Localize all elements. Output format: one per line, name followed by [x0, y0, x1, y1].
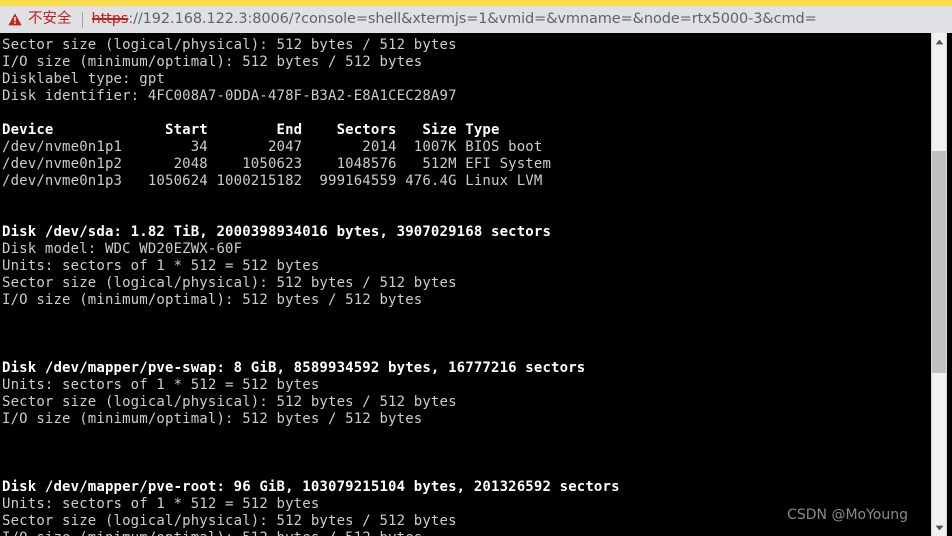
- terminal-line: I/O size (minimum/optimal): 512 bytes / …: [2, 530, 925, 536]
- terminal-line: Device Start End Sectors Size Type: [2, 122, 500, 138]
- warning-triangle-icon: [8, 13, 22, 26]
- terminal-line: Units: sectors of 1 * 512 = 512 bytes: [2, 496, 320, 512]
- url-path: ://192.168.122.3:8006/?console=shell&xte…: [128, 11, 817, 27]
- url-scheme: https: [91, 11, 129, 27]
- not-secure-label: 不安全: [28, 11, 72, 28]
- terminal-line: Sector size (logical/physical): 512 byte…: [2, 37, 457, 53]
- terminal-line: I/O size (minimum/optimal): 512 bytes / …: [2, 411, 423, 427]
- triangle-up-icon: [935, 39, 944, 45]
- scrollbar-thumb[interactable]: [932, 151, 946, 373]
- terminal-line: Units: sectors of 1 * 512 = 512 bytes: [2, 377, 320, 393]
- triangle-down-icon: [935, 525, 944, 531]
- scroll-down-button[interactable]: [931, 519, 947, 536]
- terminal-line: I/O size (minimum/optimal): 512 bytes / …: [2, 292, 423, 308]
- xterm-screen[interactable]: Sector size (logical/physical): 512 byte…: [0, 33, 925, 536]
- terminal-line: Sector size (logical/physical): 512 byte…: [2, 394, 457, 410]
- browser-chrome: 不安全 https://192.168.122.3:8006/?console=…: [0, 0, 952, 33]
- terminal-line: Units: sectors of 1 * 512 = 512 bytes: [2, 258, 320, 274]
- terminal-line: Disk identifier: 4FC008A7-0DDA-478F-B3A2…: [2, 88, 457, 104]
- terminal-scrollbar[interactable]: [925, 33, 952, 536]
- terminal-line: Disk /dev/sda: 1.82 TiB, 2000398934016 b…: [2, 224, 552, 240]
- omnibox-divider: [81, 11, 83, 28]
- site-security-chip[interactable]: 不安全: [8, 12, 72, 27]
- terminal-line: Disk model: WDC WD20EZWX-60F: [2, 241, 243, 257]
- terminal-line: Disk /dev/mapper/pve-root: 96 GiB, 10307…: [2, 479, 620, 495]
- url-text[interactable]: https://192.168.122.3:8006/?console=shel…: [92, 11, 817, 28]
- terminal-line: /dev/nvme0n1p3 1050624 1000215182 999164…: [2, 173, 543, 189]
- terminal-line: Sector size (logical/physical): 512 byte…: [2, 513, 457, 529]
- scroll-up-button[interactable]: [931, 33, 947, 50]
- omnibox[interactable]: 不安全 https://192.168.122.3:8006/?console=…: [0, 6, 952, 33]
- terminal-line: Disk /dev/mapper/pve-swap: 8 GiB, 858993…: [2, 360, 586, 376]
- terminal-line: Disklabel type: gpt: [2, 71, 165, 87]
- terminal-line: I/O size (minimum/optimal): 512 bytes / …: [2, 54, 423, 70]
- terminal-line: Sector size (logical/physical): 512 byte…: [2, 275, 457, 291]
- terminal-line: /dev/nvme0n1p1 34 2047 2014 1007K BIOS b…: [2, 139, 543, 155]
- terminal-region: Sector size (logical/physical): 512 byte…: [0, 33, 952, 536]
- terminal-line: /dev/nvme0n1p2 2048 1050623 1048576 512M…: [2, 156, 552, 172]
